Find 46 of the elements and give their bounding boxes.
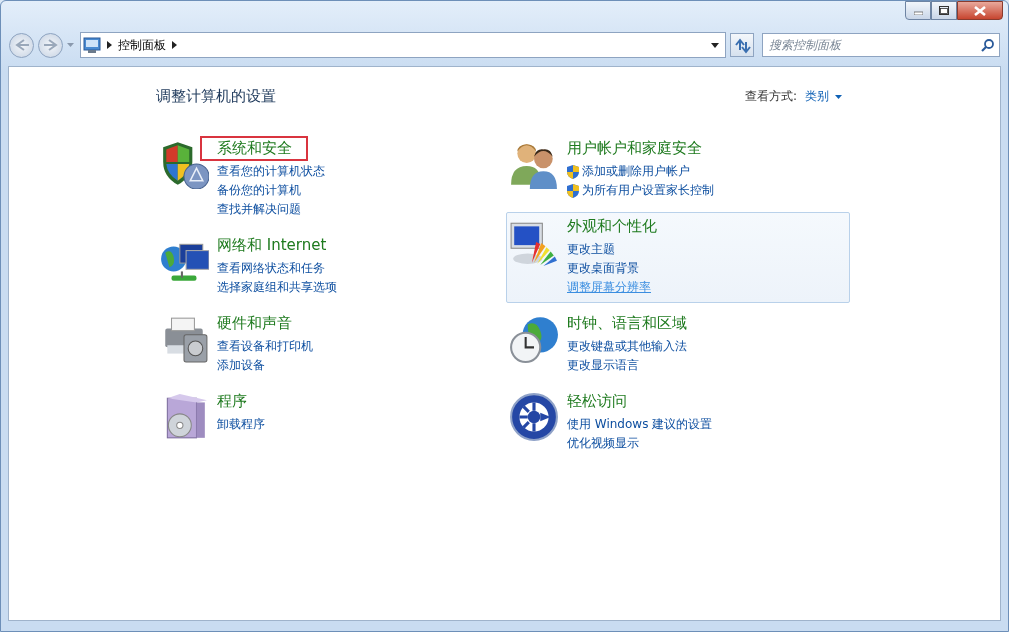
category-link[interactable]: 程序 xyxy=(200,389,263,414)
search-icon[interactable] xyxy=(981,39,994,52)
globe-clock-icon[interactable] xyxy=(509,314,559,364)
task-link[interactable]: 添加或删除用户帐户 xyxy=(582,163,690,180)
refresh-button[interactable] xyxy=(730,33,754,57)
task-link[interactable]: 更改键盘或其他输入法 xyxy=(567,338,703,355)
task-link[interactable]: 查看设备和打印机 xyxy=(217,338,313,355)
address-bar[interactable]: 控制面板 xyxy=(80,32,726,58)
task-link[interactable]: 查看您的计算机状态 xyxy=(217,163,325,180)
task-link[interactable]: 查找并解决问题 xyxy=(217,201,325,218)
maximize-button[interactable] xyxy=(931,1,957,20)
close-icon xyxy=(974,5,986,16)
task-link[interactable]: 为所有用户设置家长控制 xyxy=(582,182,714,199)
task-link[interactable]: 查看网络状态和任务 xyxy=(217,260,343,277)
maximize-icon xyxy=(939,6,949,15)
task-link[interactable]: 添加设备 xyxy=(217,357,313,374)
task-link[interactable]: 备份您的计算机 xyxy=(217,182,325,199)
control-panel-icon xyxy=(83,37,101,53)
breadcrumb-arrow-icon[interactable] xyxy=(107,41,112,49)
category-link[interactable]: 系统和安全 xyxy=(200,136,308,161)
accessibility-dial-icon[interactable] xyxy=(509,392,559,442)
task-link[interactable]: 优化视频显示 xyxy=(567,435,713,452)
back-arrow-icon xyxy=(13,38,30,52)
caret-icon xyxy=(835,94,842,99)
close-button[interactable] xyxy=(957,1,1003,20)
task-link[interactable]: 选择家庭组和共享选项 xyxy=(217,279,343,296)
view-by-dropdown[interactable]: 类别 xyxy=(805,88,842,105)
task-link[interactable]: 更改显示语言 xyxy=(567,357,703,374)
category-link[interactable]: 网络和 Internet xyxy=(200,233,343,258)
category-link[interactable]: 轻松访问 xyxy=(550,389,643,414)
category-link[interactable]: 硬件和声音 xyxy=(200,311,308,336)
breadcrumb-arrow-icon[interactable] xyxy=(172,41,177,49)
forward-arrow-icon xyxy=(42,38,59,52)
page-heading: 调整计算机的设置 xyxy=(156,87,276,106)
task-link[interactable]: 更改桌面背景 xyxy=(567,260,673,277)
dropdown-arrow-icon[interactable] xyxy=(711,42,719,48)
category-link[interactable]: 外观和个性化 xyxy=(550,214,673,239)
search-field[interactable]: 搜索控制面板 xyxy=(762,33,1000,57)
task-link[interactable]: 更改主题 xyxy=(567,241,673,258)
task-link[interactable]: 使用 Windows 建议的设置 xyxy=(567,416,713,433)
refresh-arrows-icon xyxy=(733,36,751,54)
category-link[interactable]: 用户帐户和家庭安全 xyxy=(550,136,718,161)
view-by-label: 查看方式: xyxy=(744,88,797,105)
task-link[interactable]: 卸载程序 xyxy=(217,416,265,433)
breadcrumb-item[interactable]: 控制面板 xyxy=(118,36,166,54)
category-link[interactable]: 时钟、语言和区域 xyxy=(550,311,703,336)
